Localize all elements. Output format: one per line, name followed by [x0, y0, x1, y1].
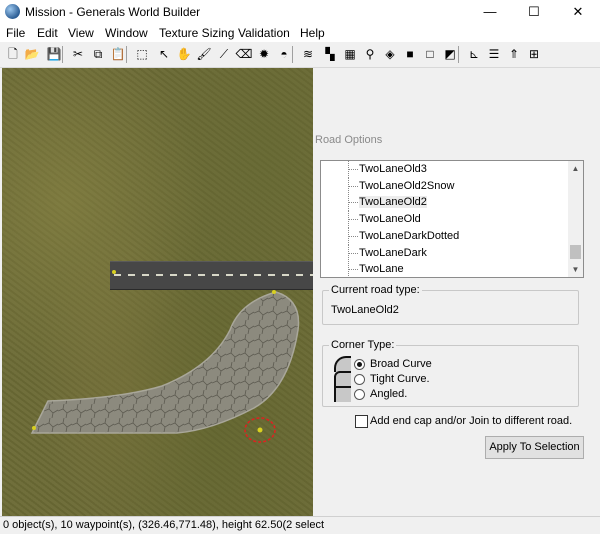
fill-icon[interactable]: ◈ — [382, 46, 398, 62]
broad-curve-icon — [334, 356, 351, 372]
road-list-item[interactable]: TwoLaneDarkDotted — [321, 227, 567, 245]
angled-radio[interactable] — [354, 389, 365, 400]
menu-file[interactable]: File — [6, 26, 25, 40]
tree-branch — [349, 185, 358, 187]
road-list-item-label: TwoLaneOld2Snow — [359, 179, 455, 192]
cut-icon[interactable]: ✂ — [70, 46, 86, 62]
angled-corner-icon — [334, 386, 351, 402]
waypoint-marker — [272, 290, 276, 294]
tile-icon[interactable]: ▚ — [322, 46, 338, 62]
status-text: 0 object(s), 10 waypoint(s), (326.46,771… — [3, 519, 325, 531]
scroll-thumb[interactable] — [570, 245, 581, 259]
scroll-down-arrow-icon[interactable]: ▼ — [568, 262, 583, 277]
mound-icon[interactable]: ◓ — [276, 46, 292, 62]
menu-help[interactable]: Help — [300, 26, 325, 40]
sunburst-icon[interactable]: ✹ — [256, 46, 272, 62]
road-list-item-label: TwoLane — [359, 263, 404, 276]
toolbar-separator — [62, 46, 63, 63]
pointer-icon[interactable]: ↖ — [156, 46, 172, 62]
apply-to-selection-button[interactable]: Apply To Selection — [485, 436, 584, 459]
menu-view[interactable]: View — [68, 26, 94, 40]
broad-curve-label: Broad Curve — [370, 358, 432, 370]
tight-curve-icon — [334, 371, 351, 387]
copy-icon[interactable]: ⧉ — [90, 46, 106, 62]
axis-icon[interactable]: ⊾ — [466, 46, 482, 62]
window-title: Mission - Generals World Builder — [25, 5, 201, 19]
end-cap-label: Add end cap and/or Join to different roa… — [370, 415, 573, 427]
square-icon[interactable]: ■ — [402, 46, 418, 62]
corner-type-group: Corner Type: Broad Curve Tight Curve. An… — [322, 339, 579, 407]
current-road-label: Current road type: — [329, 284, 422, 296]
map-viewport[interactable] — [2, 68, 313, 517]
title-bar: Mission - Generals World Builder — ☐ ✕ — [0, 0, 600, 24]
current-road-group: Current road type: TwoLaneOld2 — [322, 284, 579, 325]
brush-icon[interactable]: 🖌 — [196, 46, 212, 62]
eyedropper-icon[interactable]: ⚲ — [362, 46, 378, 62]
toolbar-separator — [458, 46, 459, 63]
toolbar-separator — [292, 46, 293, 63]
road-list-item-label: TwoLaneOld — [359, 213, 421, 226]
road-list-item-label: TwoLaneDark — [359, 246, 427, 259]
toolbar-separator — [126, 46, 127, 63]
gradient-icon[interactable]: ◩ — [442, 46, 458, 62]
toolbar: 🗋 📂 💾 ✂ ⧉ 📋 ⬚ ↖ ✋ 🖌 ⟋ ⌫ ✹ ◓ ≋ ▚ ▦ ⚲ ◈ ■ □ ◩ ⊾ ☰ ⇑ ⊞ — [0, 42, 600, 68]
road-list-item[interactable]: TwoLaneOld3 — [321, 161, 567, 178]
waypoint-marker — [112, 270, 116, 274]
current-road-value: TwoLaneOld2 — [331, 304, 399, 316]
outline-square-icon[interactable]: □ — [422, 46, 438, 62]
water-icon[interactable]: ≋ — [300, 46, 316, 62]
corner-type-label: Corner Type: — [329, 339, 397, 351]
road-list-item[interactable]: TwoLaneOld2Snow — [321, 177, 567, 195]
tight-curve-label: Tight Curve. — [370, 373, 430, 385]
new-file-icon[interactable]: 🗋 — [5, 46, 21, 62]
waypoint-marker — [32, 426, 36, 430]
panel-title: Road Options — [315, 134, 383, 146]
status-bar: 0 object(s), 10 waypoint(s), (326.46,771… — [0, 516, 600, 534]
road-list-item[interactable]: TwoLaneOld2 — [321, 194, 567, 212]
menu-edit[interactable]: Edit — [37, 26, 58, 40]
broad-curve-radio[interactable] — [354, 359, 365, 370]
tree-branch — [349, 252, 358, 254]
tree-branch — [349, 202, 358, 204]
hand-icon[interactable]: ✋ — [176, 46, 192, 62]
list-scrollbar[interactable]: ▲ ▼ — [568, 161, 583, 277]
road-options-panel: Road Options TwoLane TwoLaneDark TwoLaneDa… — [313, 129, 600, 533]
grid-icon[interactable]: ⊞ — [526, 46, 542, 62]
dirt-path — [30, 291, 300, 434]
road-list-item[interactable]: TwoLane — [321, 261, 567, 277]
scroll-up-arrow-icon[interactable]: ▲ — [568, 161, 583, 176]
tree-branch — [349, 235, 358, 237]
menu-window[interactable]: Window — [105, 26, 148, 40]
angled-label: Angled. — [370, 388, 408, 400]
road-list-item[interactable]: TwoLaneDark — [321, 244, 567, 262]
maximize-button[interactable]: ☐ — [512, 0, 556, 24]
end-cap-checkbox[interactable] — [355, 415, 368, 428]
close-button[interactable]: ✕ — [556, 0, 600, 24]
terrain-overlay — [30, 270, 300, 443]
feather-brush-icon[interactable]: ⟋ — [216, 46, 232, 62]
road-icon[interactable]: ☰ — [486, 46, 502, 62]
road-list-item-label: TwoLaneOld3 — [359, 163, 427, 175]
tree-branch — [349, 169, 358, 170]
selected-waypoint — [257, 427, 263, 433]
minimize-button[interactable]: — — [468, 0, 512, 24]
tree-icon[interactable]: ⇑ — [506, 46, 522, 62]
paste-icon[interactable]: 📋 — [110, 46, 126, 62]
menu-validation[interactable]: Validation — [238, 26, 290, 40]
road-list-item-label: TwoLaneOld2 — [359, 196, 427, 209]
menu-texture-sizing[interactable]: Texture Sizing — [159, 26, 234, 40]
tight-curve-radio[interactable] — [354, 374, 365, 385]
open-folder-icon[interactable]: 📂 — [24, 46, 40, 62]
eraser-icon[interactable]: ⌫ — [236, 46, 253, 62]
menu-bar: File Edit View Window Texture Sizing Val… — [0, 24, 600, 42]
checker-icon[interactable]: ▦ — [342, 46, 358, 62]
save-icon[interactable]: 💾 — [46, 46, 62, 62]
road-type-list[interactable]: TwoLane TwoLaneDark TwoLaneDarkDotted TwoLa… — [320, 160, 584, 278]
app-globe-icon — [5, 4, 20, 19]
road-list-item-label: TwoLaneDarkDotted — [359, 229, 460, 242]
tree-branch — [349, 219, 358, 221]
select-icon[interactable]: ⬚ — [134, 46, 150, 62]
tree-branch — [349, 269, 358, 271]
road-list-item[interactable]: TwoLaneOld — [321, 211, 567, 229]
